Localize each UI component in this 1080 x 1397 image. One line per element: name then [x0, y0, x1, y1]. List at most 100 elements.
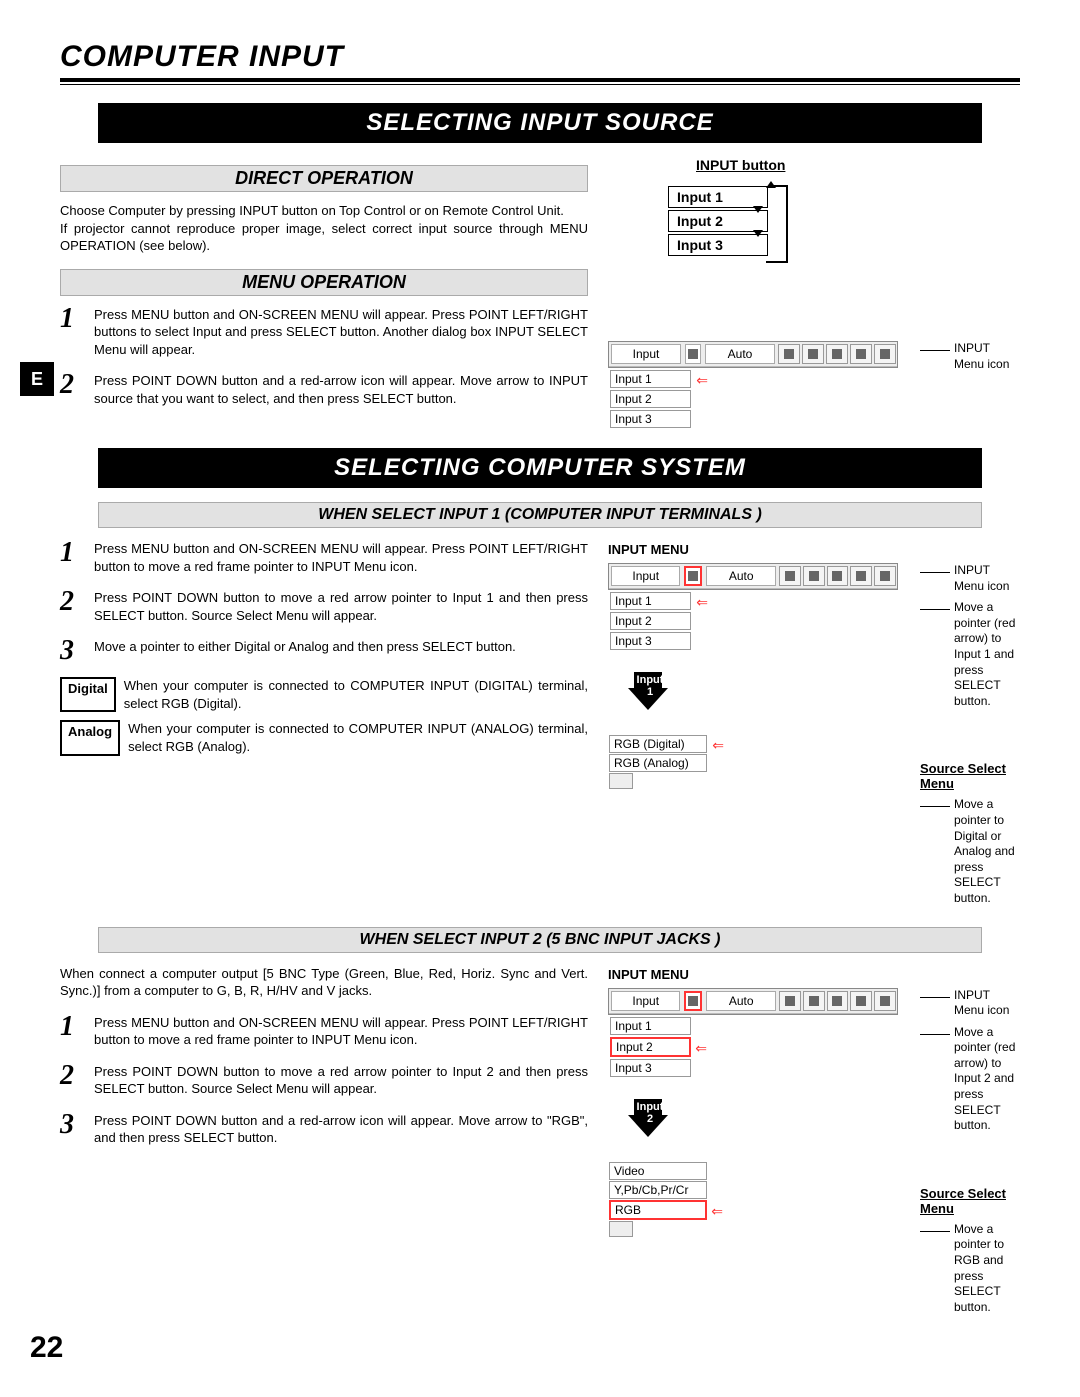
step-number: 3: [60, 638, 94, 663]
osd-auto-cell: Auto: [706, 566, 775, 586]
subsection-heading: MENU OPERATION: [60, 269, 588, 296]
input-menu-title: INPUT MENU: [608, 967, 1020, 982]
osd-auto-cell: Auto: [706, 991, 775, 1011]
icon-button: [850, 991, 872, 1011]
subsection-heading: DIRECT OPERATION: [60, 165, 588, 192]
icon-button-selected: [684, 566, 702, 586]
icon-button: [803, 566, 825, 586]
arrow-label: Input 2: [636, 1101, 664, 1125]
source-item: Video: [609, 1162, 707, 1180]
osd-item: Input 2: [610, 612, 691, 630]
osd-input-menu: Input Auto Input 1 I: [608, 335, 1020, 430]
section-title: SELECTING INPUT SOURCE: [98, 103, 981, 143]
note-text: Move a pointer (red arrow) to Input 2 an…: [954, 1025, 1020, 1134]
input-button-label: INPUT button: [696, 157, 1020, 173]
source-footer-icon: [609, 1221, 633, 1237]
language-tab: E: [20, 362, 54, 396]
source-select-title: Source Select Menu: [920, 761, 1020, 791]
note-text: INPUT Menu icon: [954, 563, 1020, 594]
icon-button: [826, 344, 848, 364]
digital-text: When your computer is connected to COMPU…: [124, 677, 588, 712]
icon-button: [778, 344, 800, 364]
icon-button: [874, 344, 896, 364]
osd-item: Input 2: [610, 1037, 691, 1057]
input-button-diagram: Input 1 Input 2 Input 3: [668, 181, 1020, 263]
step-item: 1 Press MENU button and ON-SCREEN MENU w…: [60, 306, 588, 359]
subsection-heading: WHEN SELECT INPUT 1 (COMPUTER INPUT TERM…: [98, 502, 981, 528]
body-text: Choose Computer by pressing INPUT button…: [60, 202, 588, 255]
icon-button: [802, 344, 824, 364]
rule: [60, 84, 1020, 85]
rule: [60, 78, 1020, 82]
icon-button: [779, 991, 801, 1011]
source-item: RGB: [609, 1200, 707, 1220]
subsection-heading: WHEN SELECT INPUT 2 (5 BNC INPUT JACKS ): [98, 927, 981, 953]
source-item: Y,Pb/Cb,Pr/Cr: [609, 1181, 707, 1199]
step-number: 2: [60, 372, 94, 407]
step-number: 1: [60, 540, 94, 575]
icon-button-selected: [684, 991, 702, 1011]
osd-input-cell: Input: [611, 566, 680, 586]
step-number: 1: [60, 1014, 94, 1049]
input-menu-title: INPUT MENU: [608, 542, 1020, 557]
osd-item: Input 1: [610, 592, 691, 610]
input-option: Input 3: [668, 234, 768, 256]
step-text: Press MENU button and ON-SCREEN MENU wil…: [94, 306, 588, 359]
icon-button: [779, 566, 801, 586]
osd-input-cell: Input: [611, 991, 680, 1011]
note-text: Move a pointer (red arrow) to Input 1 an…: [954, 600, 1020, 709]
loop-bracket-icon: [770, 185, 788, 263]
note-text: INPUT Menu icon: [954, 988, 1020, 1019]
step-item: 2 Press POINT DOWN button and a red-arro…: [60, 372, 588, 407]
note-text: Move a pointer to Digital or Analog and …: [954, 797, 1020, 906]
body-text: When connect a computer output [5 BNC Ty…: [60, 965, 588, 1000]
arrow-label: Input 1: [636, 674, 664, 698]
analog-label: Analog: [60, 720, 120, 755]
step-number: 2: [60, 589, 94, 624]
source-item: RGB (Digital): [609, 735, 707, 753]
icon-button: [803, 991, 825, 1011]
osd-item: Input 1: [610, 1017, 691, 1035]
icon-button: [685, 344, 701, 364]
step-text: Press POINT DOWN button to move a red ar…: [94, 589, 588, 624]
section-title: SELECTING COMPUTER SYSTEM: [98, 448, 981, 488]
steps-a: 1Press MENU button and ON-SCREEN MENU wi…: [60, 540, 588, 663]
input-option: Input 1: [668, 186, 768, 208]
icon-button: [850, 566, 872, 586]
menu-steps: 1 Press MENU button and ON-SCREEN MENU w…: [60, 306, 588, 408]
icon-button: [874, 566, 896, 586]
step-text: Press POINT DOWN button and a red-arrow …: [94, 372, 588, 407]
icon-button: [850, 344, 872, 364]
arrow-down-block-icon: Input 2: [628, 1115, 668, 1137]
osd-auto-cell: Auto: [705, 344, 775, 364]
step-text: Press MENU button and ON-SCREEN MENU wil…: [94, 1014, 588, 1049]
osd-item: Input 2: [610, 390, 691, 408]
osd-input-cell: Input: [611, 344, 681, 364]
note-text: Move a pointer to RGB and press SELECT b…: [954, 1222, 1020, 1316]
osd-item: Input 3: [610, 1059, 691, 1077]
step-text: Move a pointer to either Digital or Anal…: [94, 638, 588, 663]
steps-b: 1Press MENU button and ON-SCREEN MENU wi…: [60, 1014, 588, 1147]
source-select-title: Source Select Menu: [920, 1186, 1020, 1216]
step-text: Press POINT DOWN button and a red-arrow …: [94, 1112, 588, 1147]
page-title: COMPUTER INPUT: [60, 40, 1020, 74]
icon-button: [827, 991, 849, 1011]
step-number: 3: [60, 1112, 94, 1147]
note-text: INPUT Menu icon: [954, 341, 1020, 372]
step-number: 1: [60, 306, 94, 359]
icon-button: [874, 991, 896, 1011]
page-number: 22: [30, 1331, 63, 1365]
icon-button: [827, 566, 849, 586]
osd-item: Input 3: [610, 632, 691, 650]
analog-text: When your computer is connected to COMPU…: [128, 720, 588, 755]
step-text: Press POINT DOWN button to move a red ar…: [94, 1063, 588, 1098]
osd-item: Input 1: [610, 370, 691, 388]
arrow-down-block-icon: Input 1: [628, 688, 668, 710]
step-text: Press MENU button and ON-SCREEN MENU wil…: [94, 540, 588, 575]
step-number: 2: [60, 1063, 94, 1098]
source-item: RGB (Analog): [609, 754, 707, 772]
digital-label: Digital: [60, 677, 116, 712]
source-footer-icon: [609, 773, 633, 789]
page: E 22 COMPUTER INPUT SELECTING INPUT SOUR…: [0, 0, 1080, 1397]
input-option: Input 2: [668, 210, 768, 232]
